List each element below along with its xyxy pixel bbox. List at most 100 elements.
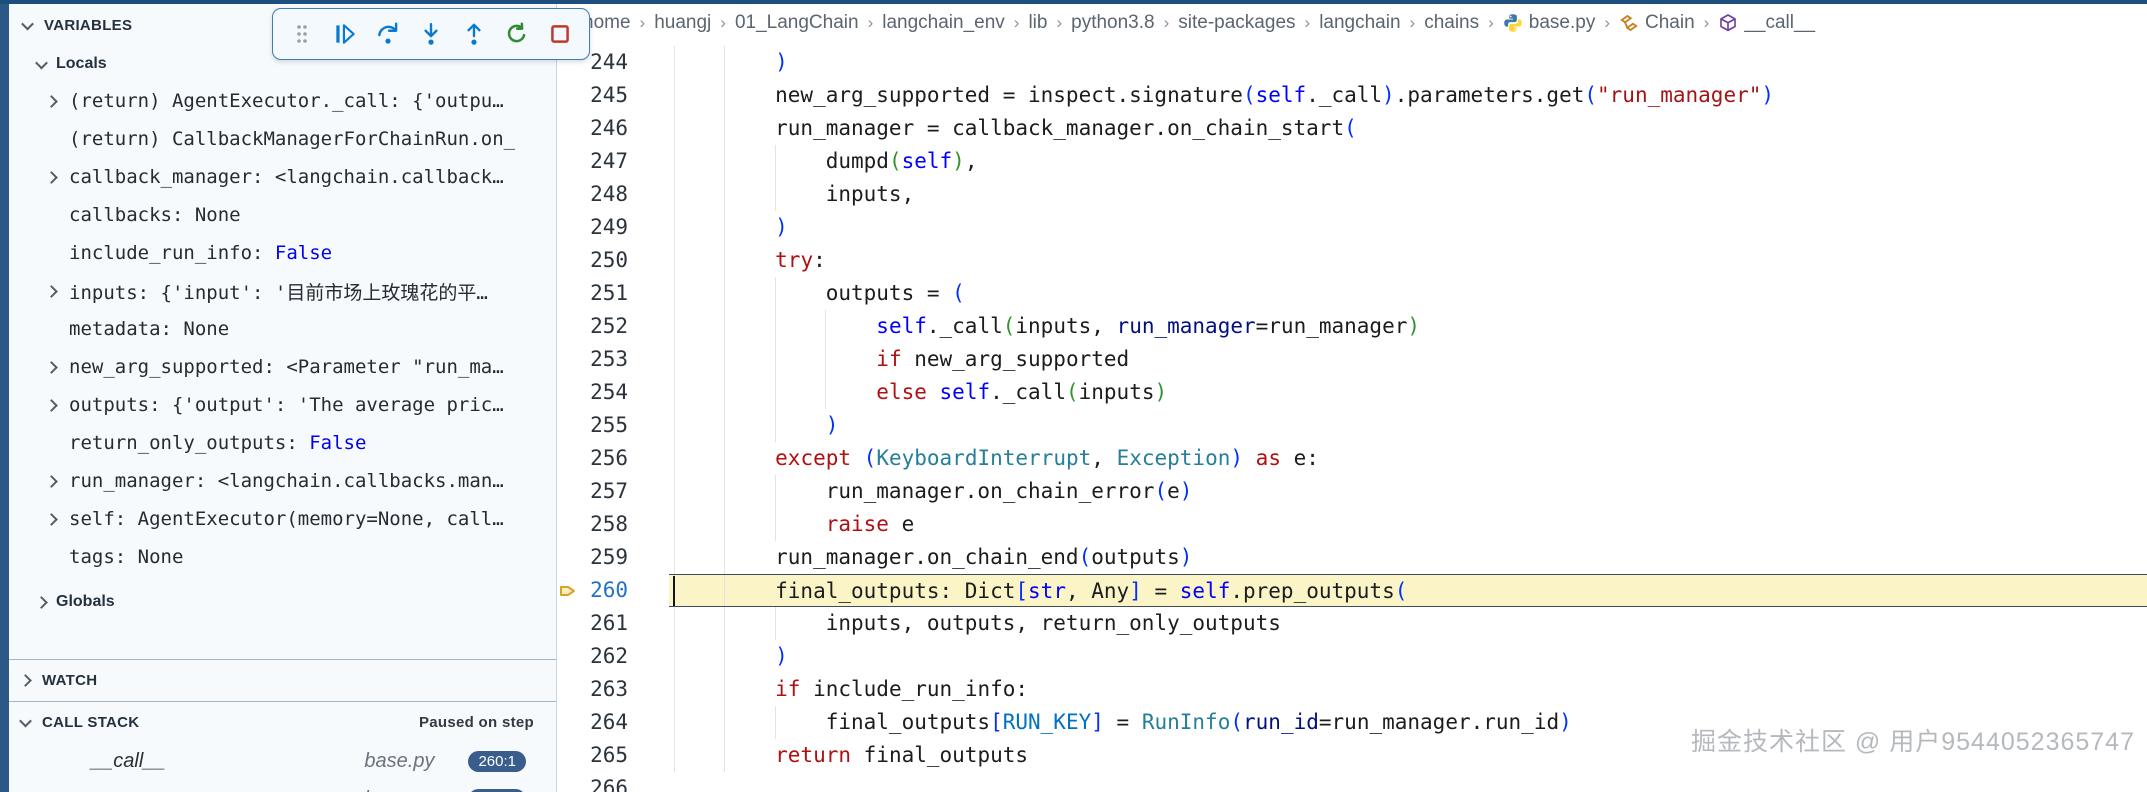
line-number[interactable]: 261 xyxy=(579,607,628,640)
line-content[interactable]: raise e xyxy=(669,508,2147,541)
stack-frame[interactable]: runbase.py451:1 xyxy=(9,780,556,792)
variable-row[interactable]: callback_manager: <langchain.callback… xyxy=(9,158,556,196)
line-content[interactable]: inputs, xyxy=(669,178,2147,211)
glyph-margin[interactable] xyxy=(557,739,579,772)
code-line[interactable]: 262 ) xyxy=(557,640,2147,673)
line-content[interactable]: new_arg_supported = inspect.signature(se… xyxy=(669,79,2147,112)
line-number[interactable]: 264 xyxy=(579,706,628,739)
breadcrumb-item[interactable]: 01_LangChain xyxy=(735,12,859,34)
line-number[interactable]: 260 xyxy=(579,574,628,607)
line-number[interactable]: 263 xyxy=(579,673,628,706)
glyph-margin[interactable] xyxy=(557,310,579,343)
code-line[interactable]: 252 self._call(inputs, run_manager=run_m… xyxy=(557,310,2147,343)
line-content[interactable]: ) xyxy=(669,640,2147,673)
continue-button[interactable] xyxy=(328,15,363,53)
variable-row[interactable]: tags: None xyxy=(9,538,556,576)
breadcrumb-item[interactable]: langchain_env xyxy=(882,12,1005,34)
line-content[interactable]: run_manager.on_chain_end(outputs) xyxy=(669,541,2147,574)
stop-button[interactable] xyxy=(542,15,577,53)
glyph-margin[interactable] xyxy=(557,79,579,112)
step-into-button[interactable] xyxy=(414,15,449,53)
glyph-margin[interactable] xyxy=(557,673,579,706)
glyph-margin[interactable] xyxy=(557,145,579,178)
variable-row[interactable]: callbacks: None xyxy=(9,196,556,234)
line-number[interactable]: 266 xyxy=(579,772,628,792)
restart-button[interactable] xyxy=(499,15,534,53)
line-number[interactable]: 248 xyxy=(579,178,628,211)
variable-row[interactable]: return_only_outputs: False xyxy=(9,424,556,462)
line-content[interactable]: outputs = ( xyxy=(669,277,2147,310)
breadcrumb-item[interactable]: site-packages xyxy=(1178,12,1295,34)
line-content[interactable]: else self._call(inputs) xyxy=(669,376,2147,409)
breadcrumb-item[interactable]: __call__ xyxy=(1718,12,1815,34)
line-content[interactable] xyxy=(669,772,2147,792)
line-number[interactable]: 245 xyxy=(579,79,628,112)
line-number[interactable]: 256 xyxy=(579,442,628,475)
breadcrumb-item[interactable]: lib xyxy=(1028,12,1047,34)
chevron-right-icon[interactable] xyxy=(45,94,65,108)
line-number[interactable]: 253 xyxy=(579,343,628,376)
code-line[interactable]: 255 ) xyxy=(557,409,2147,442)
line-number[interactable]: 250 xyxy=(579,244,628,277)
code-line[interactable]: 249 ) xyxy=(557,211,2147,244)
code-line[interactable]: 244 ) xyxy=(557,46,2147,79)
code-line[interactable]: 253 if new_arg_supported xyxy=(557,343,2147,376)
glyph-margin[interactable] xyxy=(557,343,579,376)
line-content[interactable]: ) xyxy=(669,211,2147,244)
debug-stackframe-arrow-icon[interactable] xyxy=(557,574,579,607)
breadcrumb-item[interactable]: langchain xyxy=(1319,12,1400,34)
glyph-margin[interactable] xyxy=(557,211,579,244)
line-number[interactable]: 255 xyxy=(579,409,628,442)
scope-globals[interactable]: Globals xyxy=(9,584,556,620)
line-number[interactable]: 251 xyxy=(579,277,628,310)
line-number[interactable]: 247 xyxy=(579,145,628,178)
variable-row[interactable]: (return) CallbackManagerForChainRun.on_ xyxy=(9,120,556,158)
glyph-margin[interactable] xyxy=(557,475,579,508)
line-content[interactable]: dumpd(self), xyxy=(669,145,2147,178)
code-line[interactable]: 258 raise e xyxy=(557,508,2147,541)
line-content[interactable]: ) xyxy=(669,409,2147,442)
code-line[interactable]: 259 run_manager.on_chain_end(outputs) xyxy=(557,541,2147,574)
glyph-margin[interactable] xyxy=(557,607,579,640)
code-line[interactable]: 248 inputs, xyxy=(557,178,2147,211)
glyph-margin[interactable] xyxy=(557,508,579,541)
glyph-margin[interactable] xyxy=(557,244,579,277)
breadcrumb-item[interactable]: home xyxy=(583,12,631,34)
breadcrumb-item[interactable]: Chain xyxy=(1619,12,1695,34)
chevron-right-icon[interactable] xyxy=(45,360,65,374)
chevron-right-icon[interactable] xyxy=(45,170,65,184)
chevron-right-icon[interactable] xyxy=(45,398,65,412)
line-content[interactable]: if new_arg_supported xyxy=(669,343,2147,376)
chevron-right-icon[interactable] xyxy=(45,284,65,298)
step-out-button[interactable] xyxy=(456,15,491,53)
code-line[interactable]: 263 if include_run_info: xyxy=(557,673,2147,706)
glyph-margin[interactable] xyxy=(557,541,579,574)
glyph-margin[interactable] xyxy=(557,376,579,409)
line-content[interactable]: run_manager.on_chain_error(e) xyxy=(669,475,2147,508)
toolbar-drag-handle[interactable] xyxy=(285,15,320,53)
code-line[interactable]: 254 else self._call(inputs) xyxy=(557,376,2147,409)
line-number[interactable]: 259 xyxy=(579,541,628,574)
code-line[interactable]: 266 xyxy=(557,772,2147,792)
code-line[interactable]: 257 run_manager.on_chain_error(e) xyxy=(557,475,2147,508)
line-number[interactable]: 258 xyxy=(579,508,628,541)
variable-row[interactable]: self: AgentExecutor(memory=None, call… xyxy=(9,500,556,538)
code-line[interactable]: 250 try: xyxy=(557,244,2147,277)
callstack-section-header[interactable]: CALL STACK Paused on step xyxy=(9,702,556,742)
variable-row[interactable]: new_arg_supported: <Parameter "run_ma… xyxy=(9,348,556,386)
line-content[interactable]: inputs, outputs, return_only_outputs xyxy=(669,607,2147,640)
variable-row[interactable]: inputs: {'input': '目前市场上玫瑰花的平… xyxy=(9,272,556,310)
line-number[interactable]: 257 xyxy=(579,475,628,508)
variable-row[interactable]: include_run_info: False xyxy=(9,234,556,272)
line-number[interactable]: 252 xyxy=(579,310,628,343)
step-over-button[interactable] xyxy=(371,15,406,53)
glyph-margin[interactable] xyxy=(557,706,579,739)
breadcrumb-item[interactable]: huangj xyxy=(654,12,711,34)
line-number[interactable]: 254 xyxy=(579,376,628,409)
code-line[interactable]: 251 outputs = ( xyxy=(557,277,2147,310)
code-line[interactable]: 256 except (KeyboardInterrupt, Exception… xyxy=(557,442,2147,475)
glyph-margin[interactable] xyxy=(557,277,579,310)
line-content[interactable]: except (KeyboardInterrupt, Exception) as… xyxy=(669,442,2147,475)
code-line-current[interactable]: 260 final_outputs: Dict[str, Any] = self… xyxy=(557,574,2147,607)
chevron-right-icon[interactable] xyxy=(45,474,65,488)
